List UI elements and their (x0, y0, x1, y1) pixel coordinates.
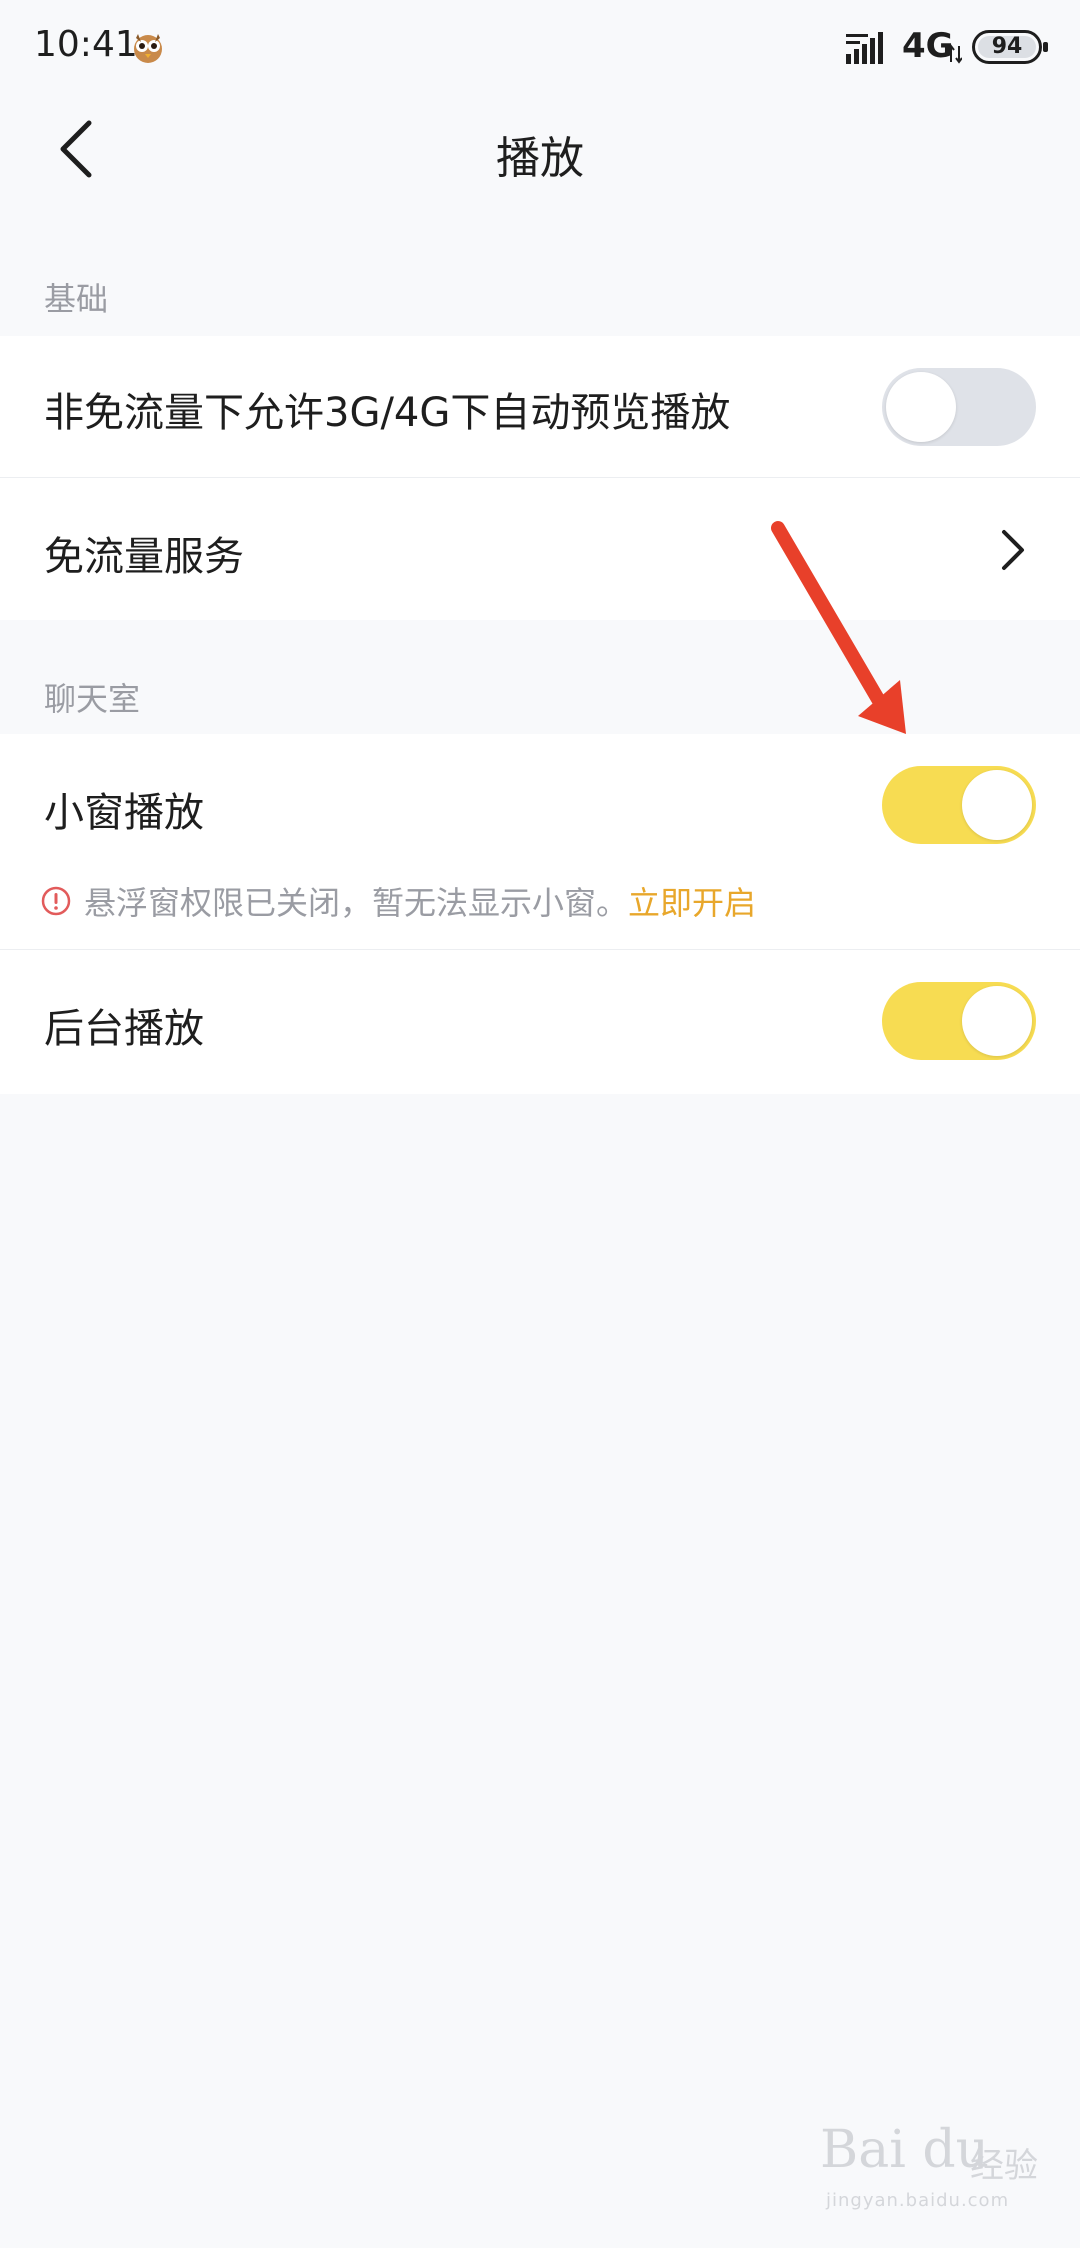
status-bar: 10:41 4G 94 (0, 0, 1080, 96)
setting-row-mini-window: 小窗播放 悬浮窗权限已关闭，暂无法显示小窗。 立即开启 (0, 734, 1080, 950)
nav-bar: 播放 (0, 96, 1080, 206)
background-play-label: 后台播放 (44, 1006, 204, 1052)
battery-level: 94 (991, 34, 1023, 59)
signal-strength-icon (846, 32, 883, 64)
setting-row-background-play: 后台播放 (0, 950, 1080, 1094)
battery-icon: 94 (972, 30, 1048, 64)
mini-window-label: 小窗播放 (44, 790, 204, 836)
status-time: 10:41 (34, 24, 138, 65)
settings-group-chatroom: 小窗播放 悬浮窗权限已关闭，暂无法显示小窗。 立即开启 后台播放 (0, 734, 1080, 1094)
watermark-url: jingyan.baidu.com (826, 2190, 1010, 2211)
chevron-right-icon (1002, 530, 1024, 570)
section-header-basic: 基础 (44, 280, 109, 318)
data-activity-icon (948, 44, 962, 64)
watermark-suffix: 经验 (970, 2146, 1038, 2186)
permission-warning: 悬浮窗权限已关闭，暂无法显示小窗。 立即开启 (40, 878, 756, 924)
alert-circle-icon (41, 886, 71, 916)
toggle-knob (962, 770, 1032, 840)
warning-text: 悬浮窗权限已关闭，暂无法显示小窗。 (84, 884, 629, 922)
annotation-arrow-icon (771, 521, 906, 734)
mini-window-toggle[interactable] (882, 766, 1036, 844)
watermark: Bai du 经验 jingyan.baidu.com (820, 2120, 1050, 2230)
watermark-brand: Bai du (820, 2120, 990, 2180)
section-header-chatroom: 聊天室 (44, 680, 141, 718)
background-play-toggle[interactable] (882, 982, 1036, 1060)
toggle-knob (886, 372, 956, 442)
setting-row-auto-preview: 非免流量下允许3G/4G下自动预览播放 (0, 336, 1080, 478)
auto-preview-label: 非免流量下允许3G/4G下自动预览播放 (44, 390, 731, 436)
owl-sticker-icon (134, 34, 162, 63)
free-data-label: 免流量服务 (44, 534, 244, 580)
network-type: 4G (902, 26, 954, 66)
enable-now-link[interactable]: 立即开启 (628, 878, 756, 924)
page-title: 播放 (496, 133, 584, 184)
auto-preview-toggle[interactable] (882, 368, 1036, 446)
toggle-knob (962, 986, 1032, 1056)
